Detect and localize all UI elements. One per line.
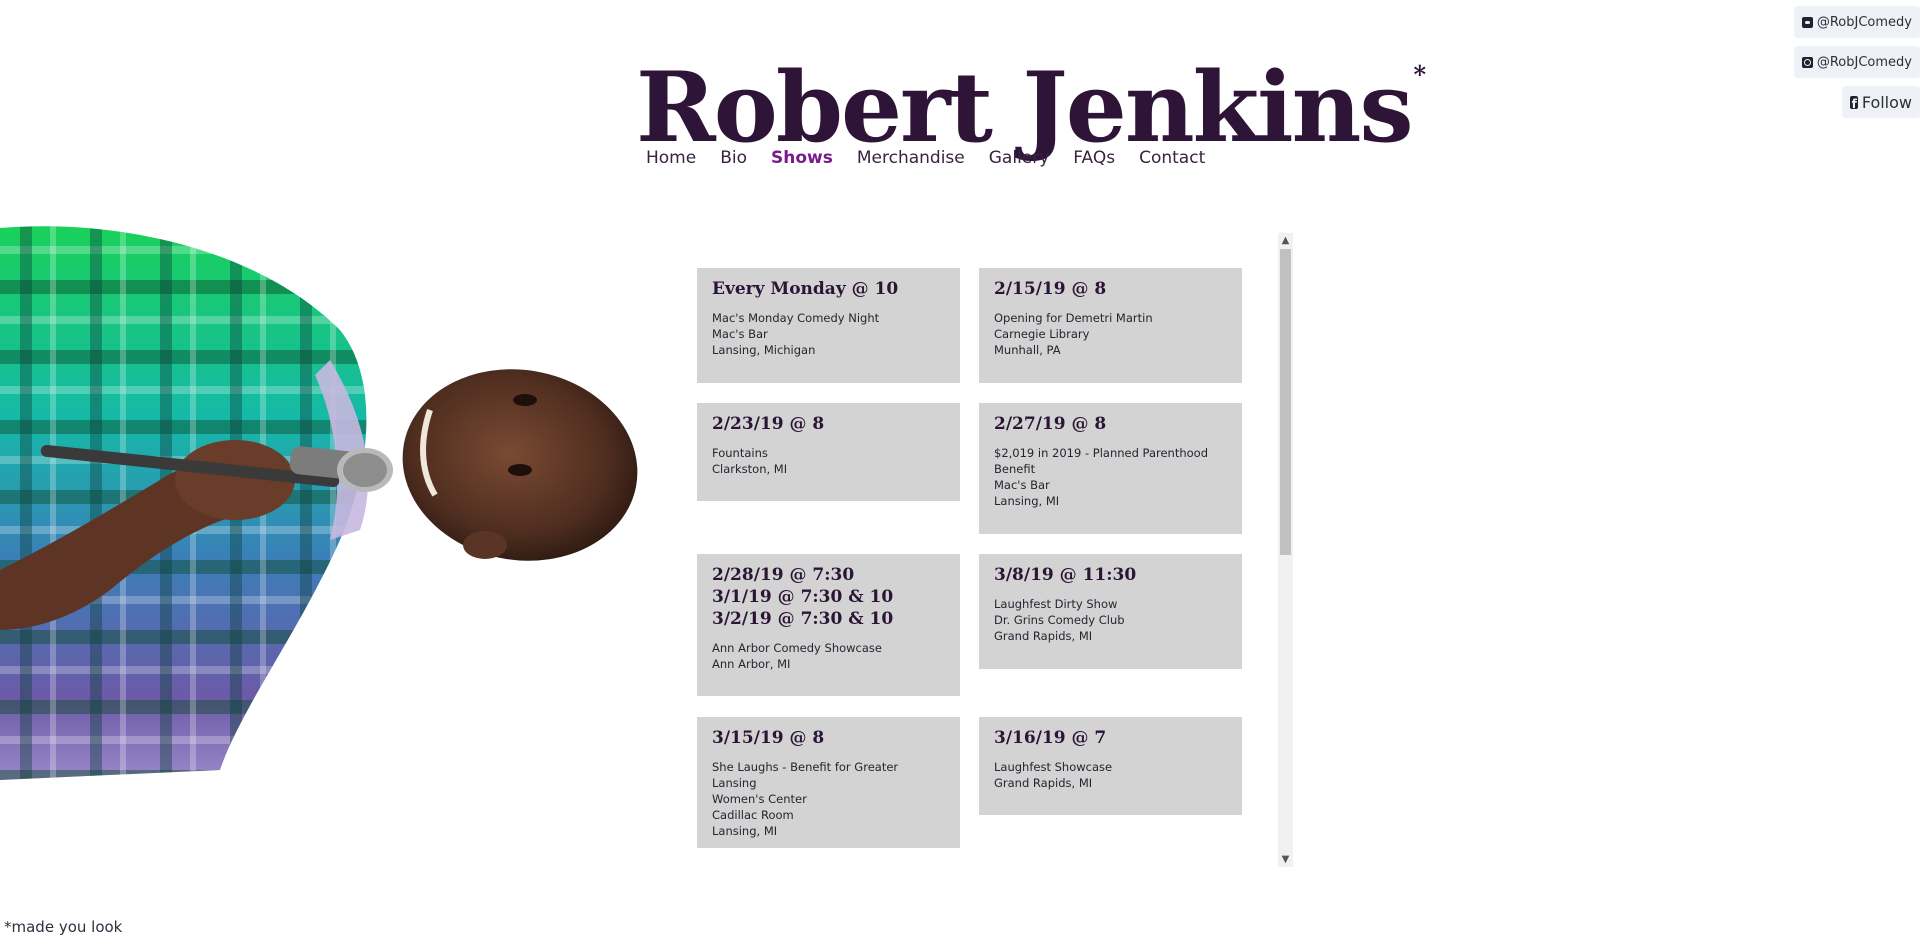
show-date: 2/27/19 @ 8 (994, 414, 1107, 434)
show-card: 2/15/19 @ 8 Opening for Demetri Martin C… (979, 268, 1242, 383)
show-detail: Lansing, Michigan (712, 343, 816, 357)
show-detail: She Laughs - Benefit for Greater Lansing (712, 760, 899, 790)
twitter-link[interactable]: @RobJComedy (1794, 6, 1920, 38)
scroll-up-icon[interactable]: ▲ (1278, 233, 1293, 248)
scroll-down-icon[interactable]: ▼ (1278, 852, 1293, 867)
show-detail: Lansing, MI (994, 494, 1060, 508)
nav-home[interactable]: Home (646, 148, 696, 168)
show-detail: Laughfest Showcase (994, 760, 1113, 774)
show-date: 2/15/19 @ 8 (994, 279, 1107, 299)
twitter-icon (1802, 16, 1813, 28)
show-detail: Grand Rapids, MI (994, 776, 1093, 790)
show-date: Every Monday @ 10 (712, 279, 899, 299)
show-detail: Carnegie Library (994, 327, 1090, 341)
show-detail: Laughfest Dirty Show (994, 597, 1118, 611)
show-detail: Grand Rapids, MI (994, 629, 1093, 643)
title-asterisk: * (1413, 60, 1427, 89)
shows-scrollbar[interactable]: ▲ ▼ (1278, 233, 1293, 867)
show-date: 3/16/19 @ 7 (994, 728, 1107, 748)
scrollbar-thumb[interactable] (1280, 249, 1291, 555)
main-nav: Home Bio Shows Merchandise Gallery FAQs … (646, 148, 1229, 168)
show-detail: Women's Center (712, 792, 807, 806)
show-card: 3/16/19 @ 7 Laughfest Showcase Grand Rap… (979, 717, 1242, 815)
facebook-icon (1850, 95, 1858, 111)
show-detail: Lansing, MI (712, 824, 778, 838)
show-date: 2/23/19 @ 8 (712, 414, 825, 434)
instagram-link[interactable]: @RobJComedy (1794, 46, 1920, 78)
comedian-photo (0, 226, 638, 781)
show-detail: Mac's Bar (712, 327, 768, 341)
show-detail: Ann Arbor Comedy Showcase (712, 641, 882, 655)
show-card: 3/15/19 @ 8 She Laughs - Benefit for Gre… (697, 717, 960, 848)
show-detail: $2,019 in 2019 - Planned Parenthood (994, 446, 1209, 460)
nav-bio[interactable]: Bio (720, 148, 747, 168)
show-date: 3/8/19 @ 11:30 (994, 565, 1137, 585)
show-detail: Benefit (994, 462, 1036, 476)
show-card: 2/23/19 @ 8 Fountains Clarkston, MI (697, 403, 960, 501)
show-detail: Ann Arbor, MI (712, 657, 791, 671)
facebook-follow-label: Follow (1861, 92, 1912, 112)
facebook-follow-button[interactable]: Follow (1842, 86, 1920, 118)
show-card: Every Monday @ 10 Mac's Monday Comedy Ni… (697, 268, 960, 383)
show-detail: Dr. Grins Comedy Club (994, 613, 1125, 627)
nav-faqs[interactable]: FAQs (1073, 148, 1115, 168)
nav-gallery[interactable]: Gallery (989, 148, 1050, 168)
site-title: Robert Jenkins* (636, 20, 1426, 163)
show-detail: Cadillac Room (712, 808, 794, 822)
show-card: 3/8/19 @ 11:30 Laughfest Dirty Show Dr. … (979, 554, 1242, 669)
shows-list[interactable]: Every Monday @ 10 Mac's Monday Comedy Ni… (682, 233, 1278, 867)
show-date: 3/15/19 @ 8 (712, 728, 825, 748)
show-card: 2/27/19 @ 8 $2,019 in 2019 - Planned Par… (979, 403, 1242, 534)
shows-panel[interactable]: Every Monday @ 10 Mac's Monday Comedy Ni… (682, 233, 1294, 867)
show-date: 2/28/19 @ 7:30 3/1/19 @ 7:30 & 10 3/2/19… (712, 565, 894, 629)
show-detail: Munhall, PA (994, 343, 1061, 357)
nav-shows[interactable]: Shows (771, 148, 833, 168)
show-detail: Opening for Demetri Martin (994, 311, 1153, 325)
show-detail: Clarkston, MI (712, 462, 788, 476)
social-links: @RobJComedy @RobJComedy Follow (1780, 6, 1920, 126)
show-detail: Mac's Bar (994, 478, 1050, 492)
footnote: *made you look (4, 918, 123, 936)
instagram-icon (1802, 56, 1813, 68)
show-detail: Mac's Monday Comedy Night (712, 311, 880, 325)
show-card: 2/28/19 @ 7:30 3/1/19 @ 7:30 & 10 3/2/19… (697, 554, 960, 696)
nav-merchandise[interactable]: Merchandise (857, 148, 965, 168)
show-detail: Fountains (712, 446, 768, 460)
nav-contact[interactable]: Contact (1139, 148, 1205, 168)
twitter-handle: @RobJComedy (1816, 14, 1912, 30)
instagram-handle: @RobJComedy (1816, 54, 1912, 70)
